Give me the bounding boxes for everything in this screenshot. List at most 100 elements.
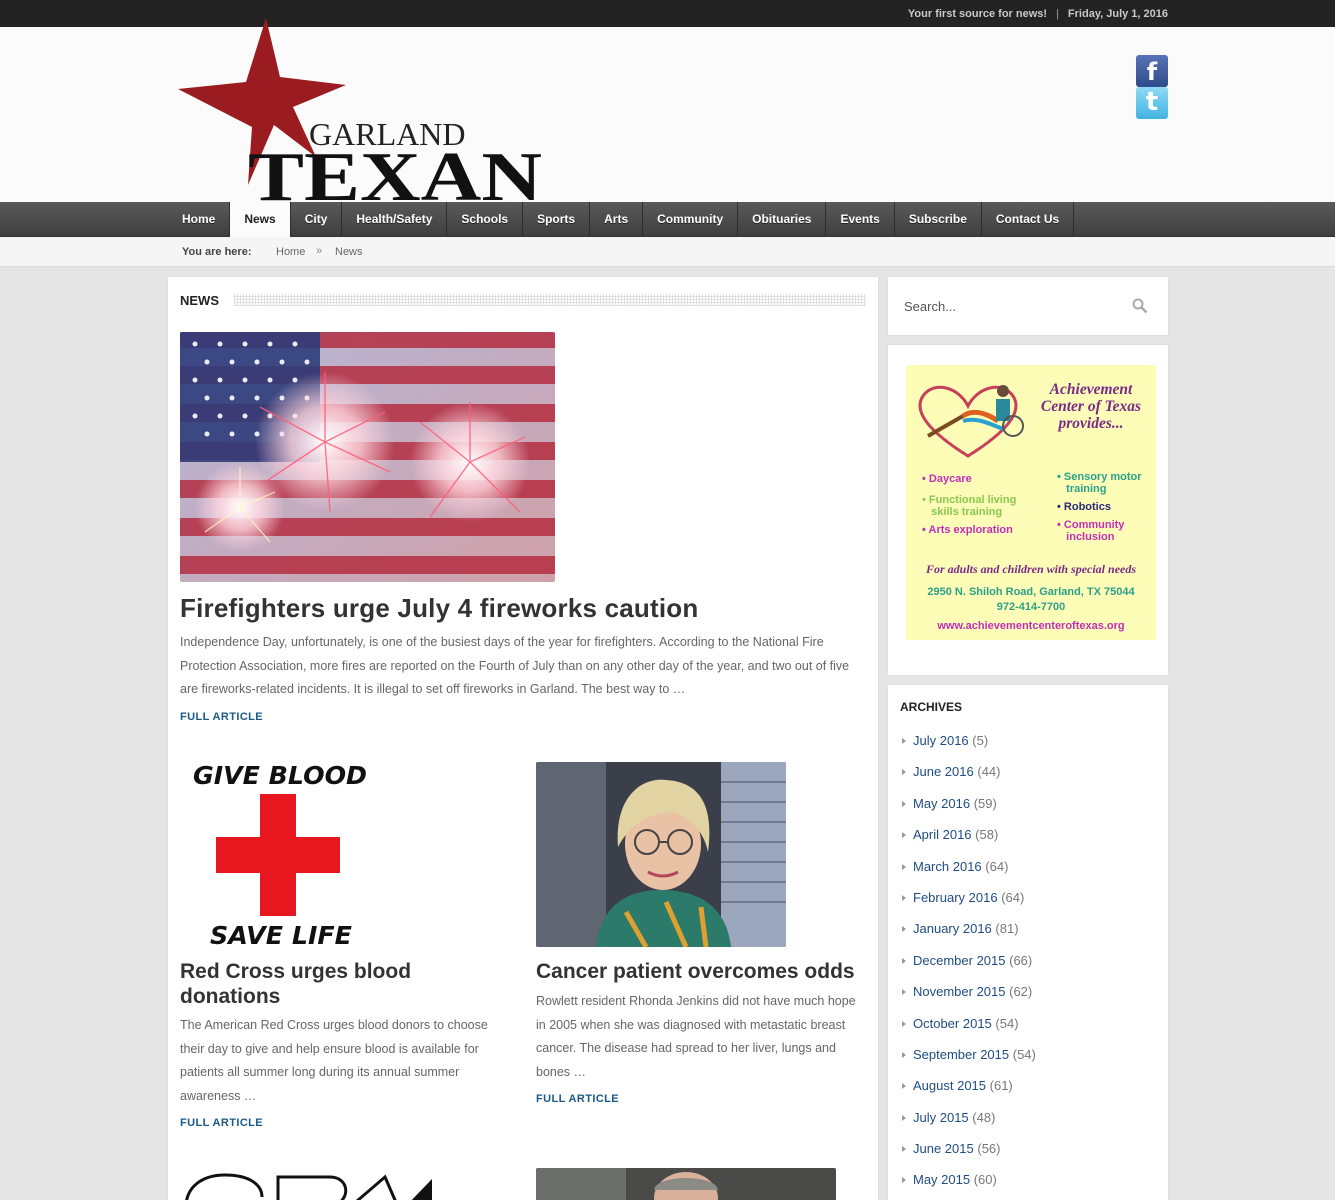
archive-link[interactable]: August 2015 (913, 1078, 986, 1093)
archive-link[interactable]: May 2016 (913, 796, 970, 811)
tagline: Your first source for news! (907, 8, 1048, 20)
archive-count: (44) (977, 764, 1001, 780)
full-article-link[interactable]: FULL ARTICLE (180, 711, 263, 723)
achievement-center-ad[interactable]: Achievement Center of Texas provides... … (906, 365, 1156, 640)
nav-item-obituaries[interactable]: Obituaries (738, 202, 827, 237)
archive-count: (64) (1001, 889, 1025, 905)
nav-item-subscribe[interactable]: Subscribe (895, 202, 982, 237)
archive-item[interactable]: May 2015 (60) (902, 1172, 1036, 1200)
archive-link[interactable]: June 2015 (913, 1141, 974, 1156)
archive-item[interactable]: June 2015 (56) (902, 1141, 1036, 1172)
archive-link[interactable]: June 2016 (913, 764, 974, 779)
archive-link[interactable]: July 2015 (913, 1110, 969, 1125)
archive-link[interactable]: February 2016 (913, 890, 998, 905)
archive-link[interactable]: May 2015 (913, 1172, 970, 1187)
archive-link[interactable]: January 2016 (913, 921, 992, 936)
archive-link[interactable]: November 2015 (913, 984, 1006, 999)
archive-link[interactable]: April 2016 (913, 827, 972, 842)
archive-count: (56) (977, 1141, 1001, 1157)
nav-item-schools[interactable]: Schools (447, 202, 524, 237)
archive-link[interactable]: December 2015 (913, 953, 1006, 968)
article-title[interactable]: Cancer patient overcomes odds (536, 959, 876, 984)
ad-item: • Arts exploration (922, 524, 1013, 536)
archive-link[interactable]: July 2016 (913, 733, 969, 748)
archive-count: (66) (1009, 952, 1033, 968)
nav-item-health-safety[interactable]: Health/Safety (342, 202, 448, 237)
article-image-person[interactable] (536, 1168, 836, 1200)
search-input[interactable]: Search... (904, 299, 956, 314)
archive-link[interactable]: March 2016 (913, 859, 982, 874)
article-image-fireworks[interactable] (180, 332, 555, 582)
archives-title: ARCHIVES (900, 700, 963, 714)
logo-texan: TEXAN (248, 139, 542, 205)
breadcrumb-home[interactable]: Home (276, 246, 305, 258)
nav-item-city[interactable]: City (291, 202, 343, 237)
nav-item-events[interactable]: Events (826, 202, 895, 237)
arrow-right-icon (902, 863, 906, 870)
archive-count: (59) (973, 795, 997, 811)
ad-item: • Daycare (922, 473, 972, 485)
tagline-separator: | (1056, 8, 1059, 20)
arrow-right-icon (902, 832, 906, 839)
archive-count: (81) (995, 921, 1019, 937)
article-image-portrait[interactable] (536, 762, 786, 947)
archive-count: (48) (972, 1109, 996, 1125)
arrow-right-icon (902, 738, 906, 744)
archive-item[interactable]: March 2016 (64) (902, 859, 1036, 890)
archive-count: (58) (975, 827, 999, 843)
archive-item[interactable]: December 2015 (66) (902, 953, 1036, 984)
archive-item[interactable]: April 2016 (58) (902, 827, 1036, 858)
nav-item-news[interactable]: News (230, 202, 291, 237)
facebook-icon[interactable]: f (1136, 55, 1168, 87)
archive-item[interactable]: July 2015 (48) (902, 1110, 1036, 1141)
ad-phone: 972-414-7700 (996, 601, 1066, 613)
archive-item[interactable]: September 2015 (54) (902, 1047, 1036, 1078)
article-title[interactable]: Firefighters urge July 4 fireworks cauti… (180, 593, 698, 624)
archive-count: (60) (973, 1172, 997, 1188)
site-logo[interactable]: GARLAND TEXAN (176, 15, 546, 205)
archive-item[interactable]: October 2015 (54) (902, 1016, 1036, 1047)
give-blood-text: GIVE BLOOD (193, 762, 367, 790)
ad-url[interactable]: www.achievementcenteroftexas.org (906, 620, 1156, 632)
full-article-link[interactable]: FULL ARTICLE (180, 1117, 263, 1129)
archive-item[interactable]: August 2015 (61) (902, 1078, 1036, 1109)
tagline-bar: Your first source for news! | Friday, July… (908, 8, 1168, 20)
archive-item[interactable]: May 2016 (59) (902, 796, 1036, 827)
full-article-link[interactable]: FULL ARTICLE (536, 1093, 619, 1105)
article-excerpt: Rowlett resident Rhonda Jenkins did not … (536, 994, 856, 1079)
nav-item-contact-us[interactable]: Contact Us (982, 202, 1075, 237)
arrow-right-icon (902, 957, 906, 964)
arrow-right-icon (902, 769, 906, 776)
archive-item[interactable]: February 2016 (64) (902, 890, 1036, 921)
archive-count: (64) (985, 858, 1009, 874)
arrow-right-icon (902, 800, 906, 807)
nav-item-arts[interactable]: Arts (590, 202, 644, 237)
arrow-right-icon (902, 989, 906, 996)
twitter-icon[interactable]: t (1136, 87, 1168, 119)
archive-item[interactable]: June 2016 (44) (902, 764, 1036, 795)
arrow-right-icon (902, 1051, 906, 1058)
article-image-give-blood[interactable]: GIVE BLOOD SAVE LIFE (180, 762, 380, 947)
article-title[interactable]: Red Cross urges blood donations (180, 959, 500, 1009)
archive-item[interactable]: July 2016 (5) (902, 733, 1036, 764)
nav-item-sports[interactable]: Sports (523, 202, 591, 237)
archive-link[interactable]: September 2015 (913, 1047, 1009, 1062)
article-image-logo[interactable] (180, 1167, 432, 1200)
nav-item-community[interactable]: Community (643, 202, 739, 237)
save-life-text: SAVE LIFE (210, 921, 352, 947)
archive-item[interactable]: November 2015 (62) (902, 984, 1036, 1015)
search-icon[interactable] (1132, 298, 1148, 314)
arrow-right-icon (902, 926, 906, 933)
archive-link[interactable]: October 2015 (913, 1016, 992, 1031)
breadcrumb: You are here: Home » News (0, 237, 1335, 267)
ad-tagline: For adults and children with special nee… (925, 562, 1137, 576)
article-excerpt: The American Red Cross urges blood donor… (180, 1018, 488, 1103)
archive-count: (5) (972, 733, 989, 748)
search-widget: Search... (888, 277, 1168, 335)
archive-count: (61) (989, 1078, 1013, 1094)
archive-item[interactable]: January 2016 (81) (902, 921, 1036, 952)
section-title: NEWS (180, 293, 219, 308)
main-content: NEWS Firefighters urge July 4 fireworks … (168, 277, 878, 1200)
ad-item: • Sensory motor training (1057, 471, 1142, 495)
nav-item-home[interactable]: Home (168, 202, 231, 237)
